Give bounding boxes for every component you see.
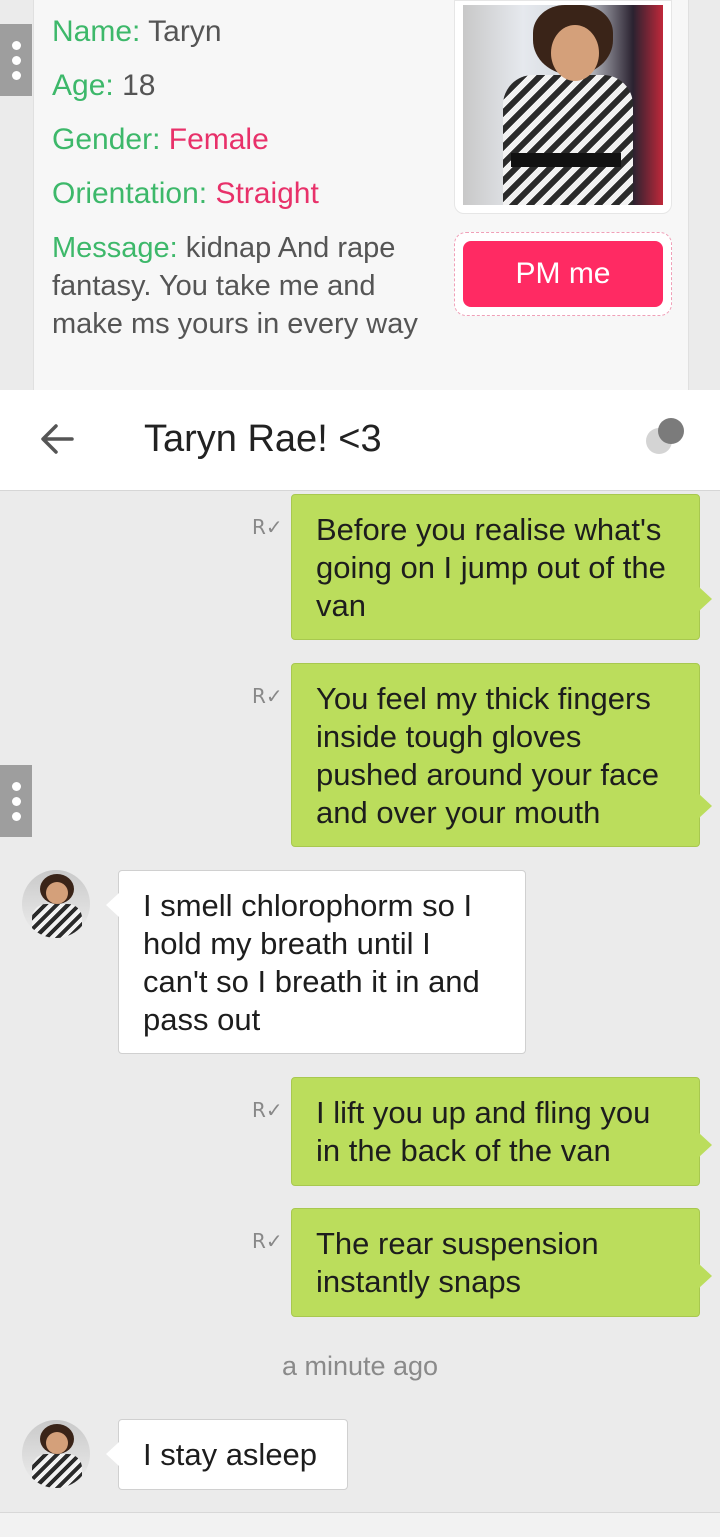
profile-message: Message: kidnap And rape fantasy. You ta… [52,232,418,340]
chat-title: Taryn Rae! <3 [144,418,382,460]
read-receipt-icon: R✓ [252,1098,283,1122]
message-timestamp: a minute ago [281,1351,439,1381]
pm-me-button[interactable]: PM me [463,241,663,307]
side-menu-handle[interactable] [0,765,32,837]
outgoing-message[interactable]: I lift you up and fling you in the back … [291,1077,712,1186]
presence-dots-icon[interactable] [644,414,688,458]
chat-header: Taryn Rae! <3 [0,390,720,491]
message-list[interactable]: R✓ Before you realise what's going on I … [0,491,720,1536]
profile-name: Name: Taryn [52,15,222,48]
contact-avatar[interactable] [22,870,90,938]
profile-photo [463,5,663,205]
read-receipt-icon: R✓ [252,515,283,539]
read-receipt-icon: R✓ [252,1229,283,1253]
profile-photo-frame[interactable] [454,0,672,214]
incoming-message[interactable]: I smell chlorophorm so I hold my breath … [106,870,526,1054]
composer-edge [0,1512,720,1537]
pm-button-frame: PM me [454,232,672,316]
profile-age: Age: 18 [52,69,156,102]
outgoing-message[interactable]: You feel my thick fingers inside tough g… [291,663,712,847]
back-arrow-icon[interactable] [36,416,82,462]
read-receipt-icon: R✓ [252,684,283,708]
incoming-message[interactable]: I stay asleep [106,1419,348,1490]
profile-panel: Name: Taryn Age: 18 Gender: Female Orien… [0,0,720,390]
contact-avatar[interactable] [22,1420,90,1488]
outgoing-message[interactable]: Before you realise what's going on I jum… [291,494,712,640]
profile-orientation: Orientation: Straight [52,177,319,210]
profile-gender: Gender: Female [52,123,269,156]
outgoing-message[interactable]: The rear suspension instantly snaps [291,1208,712,1317]
side-menu-handle[interactable] [0,24,32,96]
